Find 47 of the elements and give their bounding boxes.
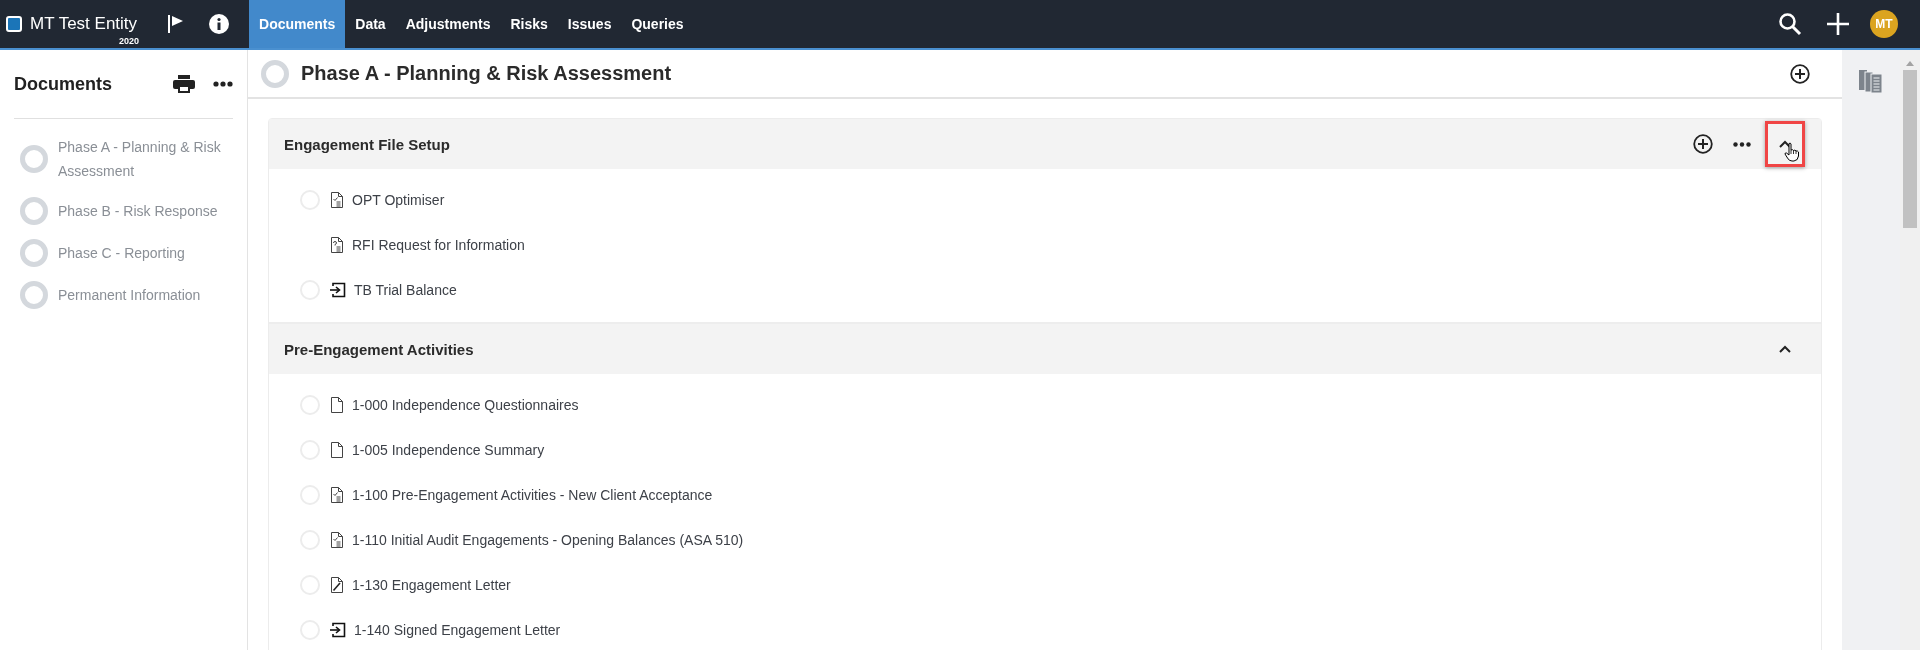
documents-icon[interactable] (1858, 68, 1884, 94)
add-icon[interactable] (1693, 134, 1713, 154)
status-ring (20, 281, 48, 309)
document-link[interactable]: 1-000 Independence Questionnaires (352, 396, 579, 413)
collapse-button[interactable] (1765, 121, 1805, 167)
hand-cursor-icon (1784, 142, 1800, 162)
status-ring (20, 145, 48, 173)
import-icon (330, 621, 346, 638)
info-icon[interactable] (209, 14, 230, 34)
nav-tab[interactable]: Queries (621, 0, 694, 48)
entity-icon (6, 16, 22, 32)
checklist-document-icon (330, 191, 344, 208)
nav-tab[interactable]: Risks (500, 0, 558, 48)
nav-tab[interactable]: Data (345, 0, 396, 48)
status-ring (20, 197, 48, 225)
pen-document-icon (330, 576, 344, 593)
search-icon[interactable] (1778, 12, 1802, 36)
section-title: Engagement File Setup (284, 135, 450, 153)
entity-name[interactable]: MT Test Entity (30, 14, 138, 34)
question-document-icon (330, 236, 344, 253)
entity-year: 2020 (119, 36, 140, 46)
import-icon (330, 281, 346, 298)
status-ring (261, 59, 289, 88)
nav-tab[interactable]: Adjustments (395, 0, 501, 48)
document-link[interactable]: 1-140 Signed Engagement Letter (354, 621, 561, 638)
document-link[interactable]: 1-130 Engagement Letter (352, 576, 511, 593)
sidebar-title: Documents (14, 73, 113, 95)
chevron-up-icon (1778, 344, 1792, 354)
document-link[interactable]: TB Trial Balance (354, 281, 457, 298)
print-icon[interactable] (173, 75, 195, 93)
add-icon[interactable] (1790, 63, 1810, 84)
document-link[interactable]: 1-100 Pre-Engagement Activities - New Client Acceptance (352, 486, 713, 503)
section-title: Pre-Engagement Activities (284, 340, 474, 358)
document-link[interactable]: 1-110 Initial Audit Engagements - Opening Balances (ASA 510) (352, 531, 744, 548)
checklist-document-icon (330, 531, 344, 548)
document-link[interactable]: RFI Request for Information (352, 236, 525, 253)
nav-tab[interactable]: Documents (249, 0, 346, 48)
nav-tab[interactable]: Issues (557, 0, 622, 48)
more-icon[interactable] (1733, 141, 1751, 147)
document-icon (330, 396, 344, 413)
checklist-document-icon (330, 486, 344, 503)
document-link[interactable]: 1-005 Independence Summary (352, 441, 545, 458)
page-title: Phase A - Planning & Risk Assessment (301, 62, 672, 85)
document-icon (330, 441, 344, 458)
document-link[interactable]: OPT Optimiser (352, 191, 445, 208)
status-ring (20, 239, 48, 267)
more-icon[interactable] (213, 81, 233, 87)
